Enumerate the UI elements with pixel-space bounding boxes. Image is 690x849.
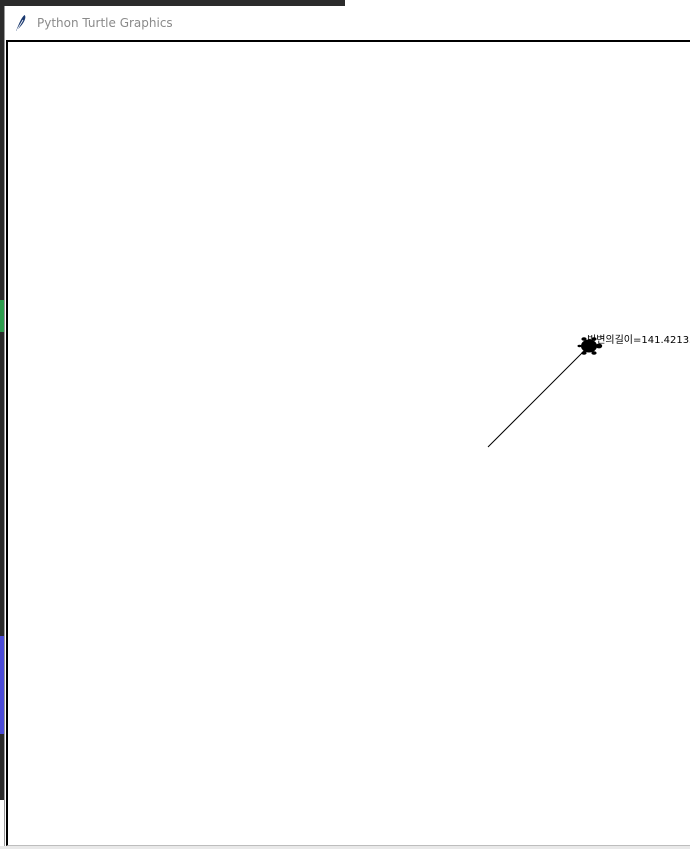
- turtle-drawing: 빗변의길이=141.421356: [487, 333, 690, 448]
- drawn-line: [487, 345, 590, 448]
- screen: Python Turtle Graphics 빗변의길이=141.421356: [0, 0, 690, 849]
- window-titlebar[interactable]: Python Turtle Graphics: [5, 6, 690, 39]
- feather-icon: [16, 14, 26, 31]
- turtle-canvas[interactable]: 빗변의길이=141.421356: [6, 40, 690, 846]
- turtle-written-text: 빗변의길이=141.421356: [587, 333, 690, 346]
- turtle-graphics-window[interactable]: Python Turtle Graphics 빗변의길이=141.421356: [4, 6, 690, 846]
- window-title: Python Turtle Graphics: [37, 15, 173, 30]
